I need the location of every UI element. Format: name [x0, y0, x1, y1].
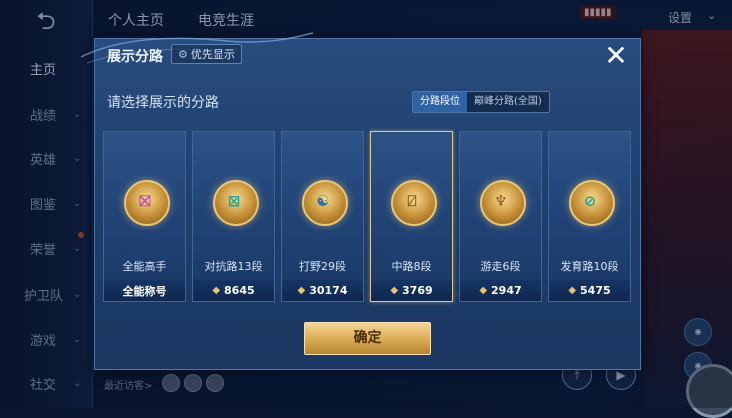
lane-card-stat-value: 全能称号 — [122, 284, 167, 298]
emblem-glyph: ⛝ — [139, 192, 151, 210]
roam-emblem-icon: ♆ — [480, 180, 526, 226]
lane-card-roam[interactable]: ♆ 游走6段 ◆ 2947 — [459, 131, 542, 302]
lane-card-stat-value: 8645 — [224, 284, 255, 297]
lane-card-stat-value: 2947 — [491, 284, 522, 297]
lane-card-name: 全能高手 — [122, 260, 167, 273]
lane-card-name: 发育路10段 — [560, 260, 619, 273]
emblem-glyph: ⊘ — [583, 192, 597, 210]
tab-lane-rank[interactable]: 分路段位 — [413, 92, 467, 112]
farm-lane-emblem-icon: ⊘ — [569, 180, 615, 226]
lane-card-stat: ◆ 2947 — [460, 280, 541, 301]
display-lane-dialog: 展示分路 ⚙ 优先显示 ✕ 请选择展示的分路 分路段位 巅峰分路(全国) ⛝ 全… — [80, 32, 641, 370]
lane-card-stat-value: 3769 — [402, 284, 433, 297]
lane-card-stat: ◆ 30174 — [282, 280, 363, 301]
lane-card-jungle[interactable]: ☯ 打野29段 ◆ 30174 — [281, 131, 364, 302]
lane-card-mid[interactable]: ⍁ 中路8段 ◆ 3769 — [370, 131, 453, 302]
emblem-glyph: ⍁ — [407, 192, 417, 210]
lane-card-stat-value: 30174 — [309, 284, 348, 297]
rank-points-icon: ◆ — [479, 285, 488, 296]
rank-points-icon: ◆ — [568, 285, 577, 296]
gear-icon: ⚙ — [178, 47, 188, 61]
emblem-glyph: ⊠ — [227, 192, 241, 210]
confirm-button[interactable]: 确定 — [304, 322, 431, 355]
lane-card-name: 对抗路13段 — [204, 260, 263, 273]
lane-card-list: ⛝ 全能高手 全能称号 ⊠ 对抗路13段 ◆ 8645 ☯ 打野29段 ◆ 30… — [103, 131, 633, 302]
lane-card-name: 游走6段 — [480, 260, 521, 273]
lane-card-stat-value: 5475 — [580, 284, 611, 297]
lane-card-all-round[interactable]: ⛝ 全能高手 全能称号 — [103, 131, 186, 302]
lane-card-name: 中路8段 — [391, 260, 432, 273]
rank-points-icon: ◆ — [212, 285, 221, 296]
emblem-glyph: ♆ — [494, 192, 508, 210]
lane-card-stat: ◆ 5475 — [549, 280, 630, 301]
lane-card-clash[interactable]: ⊠ 对抗路13段 ◆ 8645 — [192, 131, 275, 302]
dialog-subtitle: 请选择展示的分路 — [107, 95, 219, 111]
lane-mode-segmented-control: 分路段位 巅峰分路(全国) — [412, 91, 550, 113]
clash-lane-emblem-icon: ⊠ — [213, 180, 259, 226]
emblem-glyph: ☯ — [316, 192, 330, 210]
all-round-emblem-icon: ⛝ — [124, 180, 170, 226]
rank-points-icon: ◆ — [390, 285, 399, 296]
rank-points-icon: ◆ — [297, 285, 306, 296]
priority-display-label: 优先显示 — [190, 48, 235, 61]
jungle-emblem-icon: ☯ — [302, 180, 348, 226]
tab-peak-lane-national[interactable]: 巅峰分路(全国) — [467, 92, 549, 112]
dialog-title: 展示分路 — [107, 49, 163, 65]
lane-card-name: 打野29段 — [299, 260, 346, 273]
lane-card-stat: ◆ 8645 — [193, 280, 274, 301]
mid-lane-emblem-icon: ⍁ — [391, 180, 437, 226]
lane-card-stat: ◆ 3769 — [371, 280, 452, 301]
priority-display-button[interactable]: ⚙ 优先显示 — [171, 44, 242, 64]
lane-card-farm[interactable]: ⊘ 发育路10段 ◆ 5475 — [548, 131, 631, 302]
close-icon[interactable]: ✕ — [601, 42, 631, 72]
lane-card-stat: 全能称号 — [104, 280, 185, 301]
